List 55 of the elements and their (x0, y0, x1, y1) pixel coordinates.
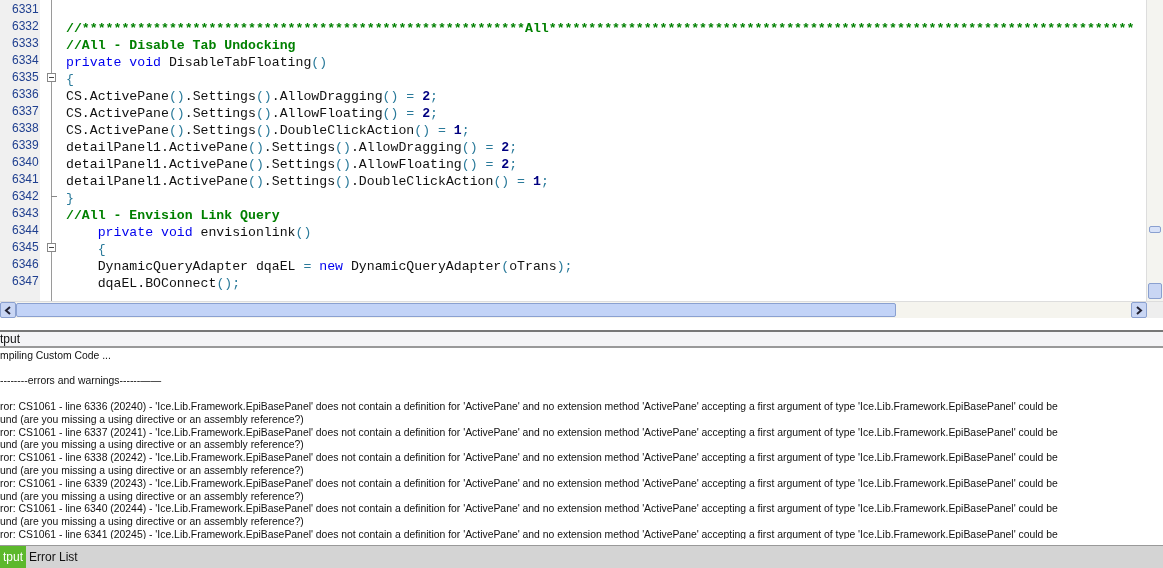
line-number: 6333 (11, 35, 40, 52)
line-number: 6347 (11, 273, 40, 290)
code-line: //All - Envision Link Query (66, 208, 280, 223)
collapse-icon[interactable] (47, 73, 56, 82)
panel-title: tput (0, 332, 20, 346)
output-text: mpiling Custom Code ... (0, 350, 112, 363)
code-line: detailPanel1.ActivePane().Settings().DoubleClickAction() = 1; (66, 174, 549, 189)
output-text: und (are you missing a using directive or an assembly reference?) (0, 490, 305, 504)
line-number: 6332 (11, 18, 40, 35)
scroll-right-button[interactable] (1131, 302, 1147, 318)
code-line: CS.ActivePane().Settings().DoubleClickAction() = 1; (66, 123, 470, 138)
code-line: CS.ActivePane().Settings().AllowFloating() = 2; (66, 106, 438, 121)
code-line: DynamicQueryAdapter dqaEL = new DynamicQueryAdapter(oTrans); (96, 259, 573, 274)
line-number: 6342 (11, 188, 40, 205)
code-line: //********************************************************All************************************************************************** (66, 21, 1135, 36)
code-line: dqaEL.BOConnect(); (96, 276, 241, 291)
line-number: 6334 (11, 52, 40, 69)
output-text: ror: CS1061 - line 6337 (20241) - 'Ice.Lib.Framework.EpiBasePanel' does not contain a definition for 'ActivePane' and no extension method 'ActivePane' accepting a first argument of type 'Ice.Lib.Framework.EpiBasePanel' could be (0, 426, 1059, 440)
line-number: 6339 (11, 137, 40, 154)
horizontal-scroll-thumb[interactable] (16, 303, 896, 317)
output-text: und (are you missing a using directive or an assembly reference?) (0, 413, 305, 427)
output-text: ror: CS1061 - line 6336 (20240) - 'Ice.Lib.Framework.EpiBasePanel' does not contain a definition for 'ActivePane' and no extension method 'ActivePane' accepting a first argument of type 'Ice.Lib.Framework.EpiBasePanel' could be (0, 400, 1059, 414)
line-number: 6338 (11, 120, 40, 137)
code-line: private void envisionlink() (96, 225, 312, 240)
line-number: 6331 (11, 1, 40, 18)
fold-end-marker (51, 196, 57, 197)
code-line: } (66, 191, 74, 206)
output-text: ror: CS1061 - line 6340 (20244) - 'Ice.Lib.Framework.EpiBasePanel' does not contain a definition for 'ActivePane' and no extension method 'ActivePane' accepting a first argument of type 'Ice.Lib.Framework.EpiBasePanel' could be (0, 503, 1059, 517)
scroll-grip-icon[interactable] (1149, 226, 1161, 233)
code-line: detailPanel1.ActivePane().Settings().AllowDragging() = 2; (66, 140, 518, 155)
code-line: { (96, 242, 106, 257)
line-number: 6345 (11, 239, 40, 256)
output-text: und (are you missing a using directive or an assembly reference?) (0, 439, 305, 453)
code-line: detailPanel1.ActivePane().Settings().AllowFloating() = 2; (66, 157, 518, 172)
output-text: --------errors and warnings------—— (0, 375, 163, 389)
line-number: 6346 (11, 256, 40, 273)
line-number: 6335 (11, 69, 40, 86)
line-number: 6341 (11, 171, 40, 188)
line-number: 6340 (11, 154, 40, 171)
output-text: und (are you missing a using directive or an assembly reference?) (0, 464, 305, 478)
line-number: 6337 (11, 103, 40, 120)
line-number: 6344 (11, 222, 40, 239)
code-line: { (66, 72, 74, 87)
output-text: ror: CS1061 - line 6339 (20243) - 'Ice.Lib.Framework.EpiBasePanel' does not contain a definition for 'ActivePane' and no extension method 'ActivePane' accepting a first argument of type 'Ice.Lib.Framework.EpiBasePanel' could be (0, 477, 1059, 491)
panel-tab[interactable]: Error List (26, 546, 81, 568)
output-text: und (are you missing a using directive or an assembly reference?) (0, 516, 305, 529)
collapse-icon[interactable] (47, 243, 56, 252)
line-number: 6336 (11, 86, 40, 103)
output-text: ror: CS1061 - line 6338 (20242) - 'Ice.Lib.Framework.EpiBasePanel' does not contain a definition for 'ActivePane' and no extension method 'ActivePane' accepting a first argument of type 'Ice.Lib.Framework.EpiBasePanel' could be (0, 452, 1059, 465)
vertical-scrollbar[interactable] (1146, 0, 1163, 301)
line-number: 6343 (11, 205, 40, 222)
code-line: //All - Disable Tab Undocking (66, 38, 296, 53)
scroll-left-button[interactable] (0, 302, 16, 318)
code-line: private void DisableTabFloating() (66, 55, 328, 70)
code-line: CS.ActivePane().Settings().AllowDragging() = 2; (66, 89, 438, 104)
